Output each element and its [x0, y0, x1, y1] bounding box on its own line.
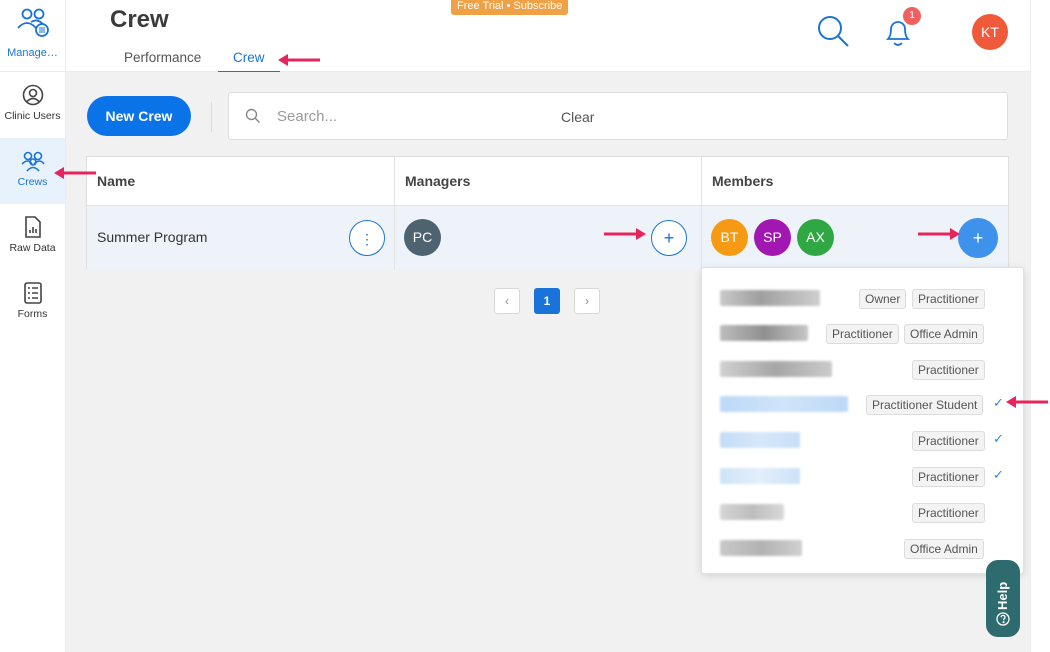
prev-page-button[interactable]: ‹	[494, 288, 520, 314]
search-input[interactable]: Search...	[277, 108, 337, 125]
app-switcher-label: Manage…	[7, 47, 58, 59]
form-list-icon	[23, 282, 42, 304]
sidebar-item-label: Crews	[17, 176, 48, 188]
app-switcher[interactable]: Manage…	[0, 0, 65, 72]
role-tag: Owner	[859, 289, 907, 309]
page-title: Crew	[110, 6, 169, 33]
redacted-name	[720, 361, 832, 377]
list-item[interactable]: Practitioner Office Admin	[702, 315, 1025, 351]
toolbar-divider	[211, 102, 212, 132]
member-avatar[interactable]: AX	[797, 219, 834, 256]
scrollbar[interactable]	[1030, 0, 1050, 652]
sidebar-item-clinic-users[interactable]: Clinic Users	[0, 72, 65, 138]
redacted-name	[720, 396, 848, 412]
annotation-arrow-icon	[918, 228, 960, 240]
redacted-name	[720, 468, 800, 484]
plus-icon: +	[972, 228, 984, 248]
members-cell: BT SP AX +	[702, 206, 1008, 270]
clear-button[interactable]: Clear	[561, 109, 594, 125]
list-item[interactable]: Office Admin	[702, 530, 1025, 566]
column-header-members[interactable]: Members	[702, 157, 1008, 205]
next-page-button[interactable]: ›	[574, 288, 600, 314]
chart-document-icon	[24, 216, 41, 238]
chevron-right-icon: ›	[585, 294, 589, 308]
sidebar-item-label: Forms	[17, 308, 48, 320]
list-item[interactable]: Owner Practitioner	[702, 280, 1025, 316]
row-options-button[interactable]: ⋮	[349, 220, 385, 256]
role-tag: Office Admin	[904, 324, 984, 344]
role-tag: Practitioner Student	[866, 395, 984, 415]
member-selection-dropdown: Owner Practitioner Practitioner Office A…	[701, 267, 1024, 574]
trial-banner[interactable]: Free Trial • Subscribe	[451, 0, 569, 15]
member-avatar[interactable]: SP	[754, 219, 791, 256]
redacted-name	[720, 432, 800, 448]
redacted-name	[720, 290, 820, 306]
name-cell: Summer Program ⋮	[87, 206, 395, 270]
redacted-name	[720, 325, 808, 341]
role-tag: Practitioner	[912, 360, 985, 380]
table-row[interactable]: Summer Program ⋮ PC + BT SP AX +	[87, 205, 1008, 270]
sidebar-item-forms[interactable]: Forms	[0, 270, 65, 336]
managers-cell: PC +	[395, 206, 702, 270]
crew-table: Name Managers Members Summer Program ⋮ P…	[86, 156, 1009, 270]
list-item[interactable]: Practitioner Student ✓	[702, 386, 1025, 422]
user-circle-icon	[22, 84, 43, 106]
list-item[interactable]: Practitioner	[702, 351, 1025, 387]
column-header-name[interactable]: Name	[87, 157, 395, 205]
crew-name[interactable]: Summer Program	[97, 229, 207, 245]
search-button[interactable]	[816, 14, 850, 53]
role-tag: Practitioner	[912, 289, 985, 309]
notification-badge: 1	[903, 7, 921, 25]
role-tag: Office Admin	[904, 539, 984, 559]
more-vertical-icon: ⋮	[360, 231, 374, 247]
role-tag: Practitioner	[912, 431, 985, 451]
list-item[interactable]: Practitioner ✓	[702, 458, 1025, 494]
page-number[interactable]: 1	[534, 288, 560, 314]
role-tag: Practitioner	[826, 324, 899, 344]
help-button[interactable]: Help	[986, 560, 1020, 637]
help-label: Help	[995, 581, 1010, 610]
redacted-name	[720, 504, 784, 520]
left-rail: Manage… Clinic Users Crews Raw Data Form…	[0, 0, 66, 652]
search-icon	[818, 16, 849, 47]
users-group-icon	[20, 151, 45, 172]
top-bar: Crew Free Trial • Subscribe Performance …	[66, 0, 1030, 73]
user-avatar[interactable]: KT	[972, 14, 1008, 50]
column-header-managers[interactable]: Managers	[395, 157, 702, 205]
chevron-left-icon: ‹	[505, 294, 509, 308]
add-manager-button[interactable]: +	[651, 220, 687, 256]
annotation-arrow-icon	[54, 167, 96, 179]
tab-crew[interactable]: Crew	[218, 50, 280, 73]
list-item[interactable]: Practitioner ✓	[702, 422, 1025, 458]
users-manage-icon	[16, 8, 49, 37]
help-circle-icon	[996, 612, 1010, 626]
tab-performance[interactable]: Performance	[124, 50, 201, 65]
annotation-arrow-icon	[1006, 396, 1048, 408]
search-bar[interactable]: Search... Clear	[228, 92, 1008, 140]
role-tag: Practitioner	[912, 467, 985, 487]
list-item[interactable]: Practitioner	[702, 494, 1025, 530]
add-member-button[interactable]: +	[958, 218, 998, 258]
sidebar-item-raw-data[interactable]: Raw Data	[0, 204, 65, 270]
sidebar-item-label: Clinic Users	[4, 110, 61, 122]
search-icon	[245, 108, 260, 123]
check-icon: ✓	[993, 395, 1004, 410]
new-crew-button[interactable]: New Crew	[87, 96, 191, 136]
annotation-arrow-icon	[604, 228, 646, 240]
plus-icon: +	[663, 228, 675, 248]
role-tag: Practitioner	[912, 503, 985, 523]
check-icon: ✓	[993, 431, 1004, 446]
annotation-arrow-icon	[278, 54, 320, 66]
member-avatar[interactable]: BT	[711, 219, 748, 256]
redacted-name	[720, 540, 802, 556]
sidebar-item-label: Raw Data	[9, 242, 56, 254]
manager-avatar[interactable]: PC	[404, 219, 441, 256]
check-icon: ✓	[993, 467, 1004, 482]
